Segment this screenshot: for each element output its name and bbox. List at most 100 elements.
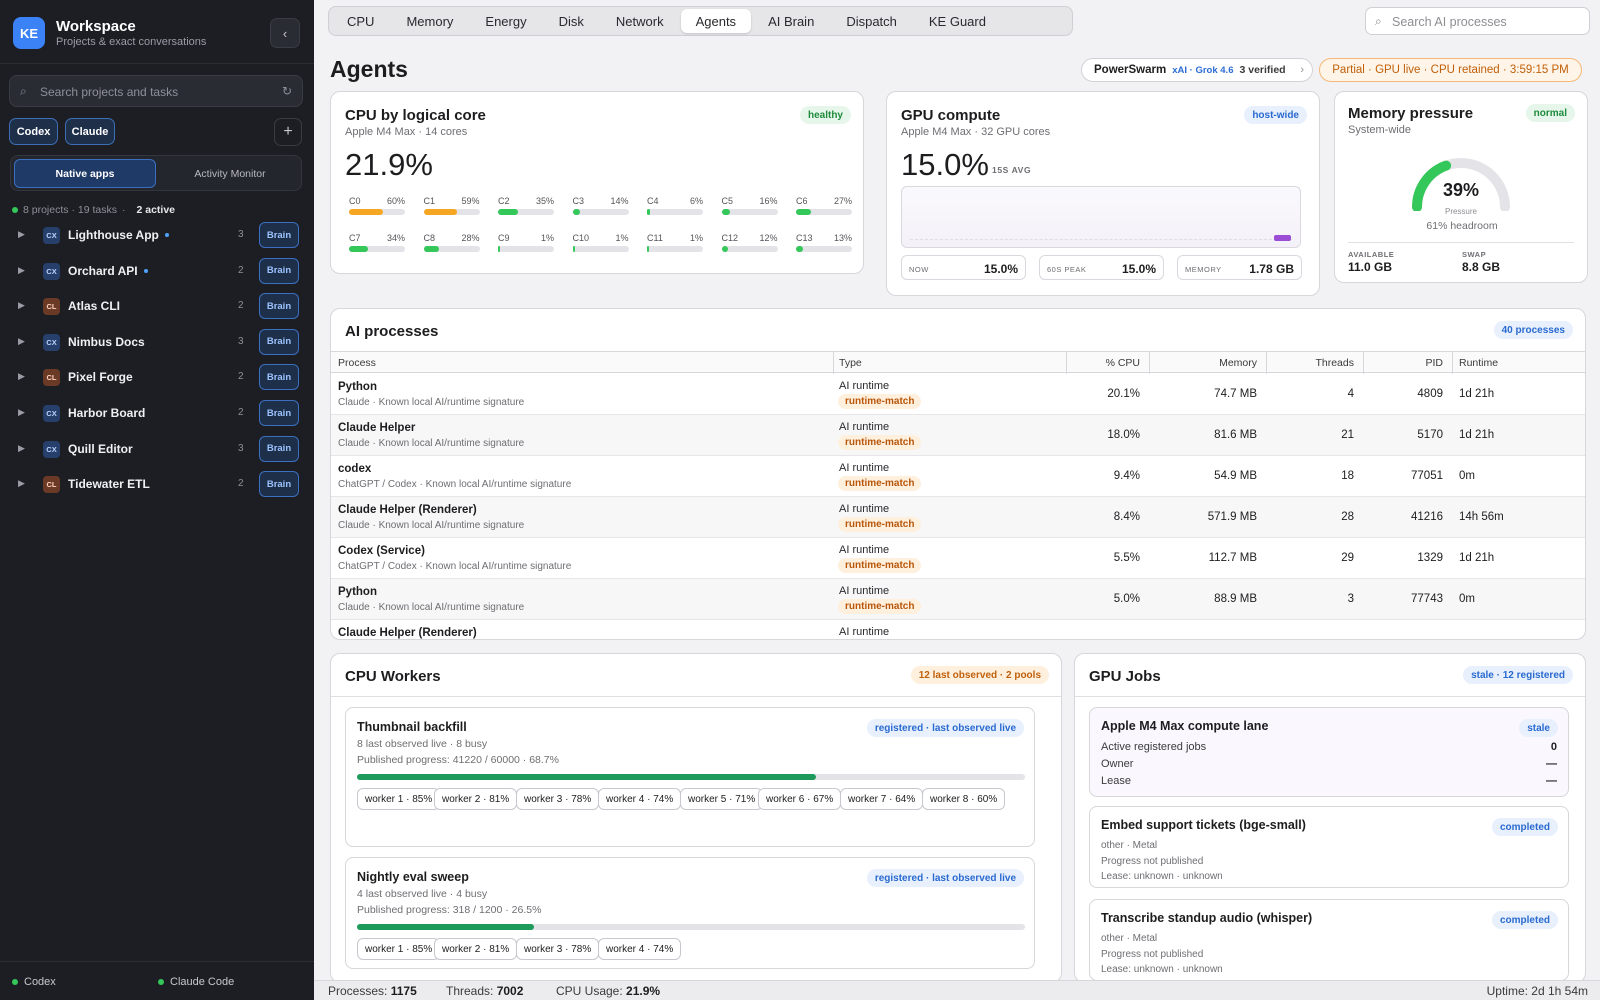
table-row[interactable]: Python Claude · Known local AI/runtime si… (331, 579, 1585, 620)
footer-codex[interactable]: Codex (12, 976, 56, 988)
disclosure-triangle-icon[interactable]: ▶ (18, 478, 25, 489)
project-tag: CX (43, 440, 60, 458)
powerswarm-pill[interactable]: PowerSwarm xAI · Grok 4.6 3 verified › (1081, 58, 1313, 82)
worker-chip[interactable]: worker 2 · 81% (434, 788, 518, 810)
brain-button[interactable]: Brain (259, 328, 299, 355)
project-row[interactable]: ▶ CX Lighthouse App 3 Brain (0, 218, 314, 252)
column-divider[interactable] (1266, 352, 1267, 374)
project-row[interactable]: ▶ CX Quill Editor 3 Brain (0, 432, 314, 466)
column-header-memory[interactable]: Memory (1219, 357, 1257, 369)
column-header-pid[interactable]: PID (1425, 357, 1443, 369)
project-task-count: 2 (238, 300, 244, 312)
table-row[interactable]: Claude Helper (Renderer) AI runtime (331, 620, 1585, 639)
worker-chip[interactable]: worker 5 · 71% (680, 788, 764, 810)
project-name-text: Atlas CLI (68, 299, 121, 314)
project-tag: CL (43, 476, 60, 494)
collapse-sidebar-button[interactable]: ‹ (270, 18, 300, 48)
brain-button[interactable]: Brain (259, 222, 299, 248)
worker-chip[interactable]: worker 8 · 60% (922, 788, 1006, 810)
project-row[interactable]: ▶ CL Atlas CLI 2 Brain (0, 289, 314, 323)
filter-codex[interactable]: Codex (9, 118, 58, 145)
tab-disk[interactable]: Disk (544, 9, 599, 33)
worker-pool-card[interactable]: Nightly eval sweep registered · last obse… (345, 857, 1035, 969)
cpu-workers-title: CPU Workers (345, 668, 441, 685)
tab-cpu[interactable]: CPU (332, 9, 389, 33)
disclosure-triangle-icon[interactable]: ▶ (18, 371, 25, 382)
process-name: Codex (Service) (338, 545, 425, 557)
disclosure-triangle-icon[interactable]: ▶ (18, 443, 25, 454)
add-project-button[interactable]: + (274, 118, 302, 146)
segment-activity-monitor[interactable]: Activity Monitor (161, 159, 299, 188)
worker-chip[interactable]: worker 4 · 74% (598, 788, 682, 810)
brain-button[interactable]: Brain (259, 435, 299, 462)
worker-chip[interactable]: worker 3 · 78% (516, 788, 600, 810)
worker-chip[interactable]: worker 3 · 78% (516, 938, 600, 960)
ai-process-search-input[interactable]: ⌕ Search AI processes (1365, 7, 1590, 35)
gpu-job-card[interactable]: Embed support tickets (bge-small) complet… (1089, 806, 1569, 888)
worker-chip[interactable]: worker 1 · 85% (357, 788, 441, 810)
worker-pool-card[interactable]: Thumbnail backfill registered · last obse… (345, 707, 1035, 847)
tab-ai-brain[interactable]: AI Brain (753, 9, 829, 33)
column-header-process[interactable]: Process (338, 357, 376, 369)
worker-chip[interactable]: worker 2 · 81% (434, 938, 518, 960)
disclosure-triangle-icon[interactable]: ▶ (18, 229, 25, 240)
table-row[interactable]: Python Claude · Known local AI/runtime si… (331, 374, 1585, 415)
worker-chip[interactable]: worker 1 · 85% (357, 938, 441, 960)
table-row[interactable]: Codex (Service) ChatGPT / Codex · Known l… (331, 538, 1585, 579)
column-header-type[interactable]: Type (839, 357, 862, 369)
brain-button[interactable]: Brain (259, 471, 299, 498)
brain-button[interactable]: Brain (259, 257, 299, 284)
table-row[interactable]: Claude Helper Claude · Known local AI/run… (331, 415, 1585, 456)
project-row[interactable]: ▶ CX Nimbus Docs 3 Brain (0, 325, 314, 359)
worker-chip[interactable]: worker 7 · 64% (840, 788, 924, 810)
core-value: 1% (540, 233, 554, 243)
column-divider[interactable] (1149, 352, 1150, 374)
project-row[interactable]: ▶ CX Orchard API 2 Brain (0, 254, 314, 288)
core-bar-fill (721, 246, 729, 252)
tab-energy[interactable]: Energy (470, 9, 541, 33)
project-name: Pixel Forge (68, 370, 133, 384)
disclosure-triangle-icon[interactable]: ▶ (18, 300, 25, 311)
gpu-lane-card[interactable]: Apple M4 Max compute lane stale Active r… (1089, 707, 1569, 797)
pool-name: Thumbnail backfill (357, 720, 467, 734)
core-bar-track (647, 246, 703, 252)
brain-button[interactable]: Brain (259, 364, 299, 391)
project-tag: CX (43, 405, 60, 422)
tab-network[interactable]: Network (601, 9, 679, 33)
core-meter: C4 6% (645, 196, 705, 216)
tab-ke-guard[interactable]: KE Guard (914, 9, 1001, 33)
project-row[interactable]: ▶ CX Harbor Board 2 Brain (0, 396, 314, 430)
column-divider[interactable] (833, 352, 834, 374)
tab-memory[interactable]: Memory (391, 9, 468, 33)
project-row[interactable]: ▶ CL Pixel Forge 2 Brain (0, 360, 314, 394)
tab-dispatch[interactable]: Dispatch (831, 9, 912, 33)
worker-chip[interactable]: worker 6 · 67% (758, 788, 842, 810)
gpu-jobs-card: GPU Jobs stale · 12 registered Apple M4 … (1074, 653, 1586, 983)
project-row[interactable]: ▶ CL Tidewater ETL 2 Brain (0, 467, 314, 501)
brain-button[interactable]: Brain (259, 400, 299, 426)
column-header-threads[interactable]: Threads (1315, 357, 1354, 369)
refresh-icon[interactable]: ↻ (282, 84, 292, 98)
column-divider[interactable] (1452, 352, 1453, 374)
disclosure-triangle-icon[interactable]: ▶ (18, 265, 25, 276)
column-header-cpu[interactable]: % CPU (1106, 357, 1140, 369)
filter-claude[interactable]: Claude (65, 118, 115, 145)
project-search-input[interactable]: ⌕ Search projects and tasks ↻ (9, 75, 303, 107)
segment-native-apps[interactable]: Native apps (14, 159, 156, 188)
table-row[interactable]: codex ChatGPT / Codex · Known local AI/ru… (331, 456, 1585, 497)
column-divider[interactable] (1363, 352, 1364, 374)
gpu-value: 15.0% (901, 147, 989, 182)
project-task-count: 3 (238, 229, 244, 240)
tab-agents[interactable]: Agents (680, 9, 752, 33)
disclosure-triangle-icon[interactable]: ▶ (18, 336, 25, 347)
gpu-job-card[interactable]: Transcribe standup audio (whisper) comple… (1089, 899, 1569, 981)
brain-button[interactable]: Brain (259, 293, 299, 320)
table-row[interactable]: Claude Helper (Renderer) Claude · Known l… (331, 497, 1585, 538)
footer-claude-code[interactable]: Claude Code (158, 976, 234, 988)
column-divider[interactable] (1066, 352, 1067, 374)
column-header-runtime[interactable]: Runtime (1459, 357, 1498, 369)
disclosure-triangle-icon[interactable]: ▶ (18, 407, 25, 418)
worker-chip[interactable]: worker 4 · 74% (598, 938, 682, 960)
sidebar-footer: Codex Claude Code (0, 961, 314, 1000)
memory-pressure-value: 39% (1442, 180, 1480, 200)
